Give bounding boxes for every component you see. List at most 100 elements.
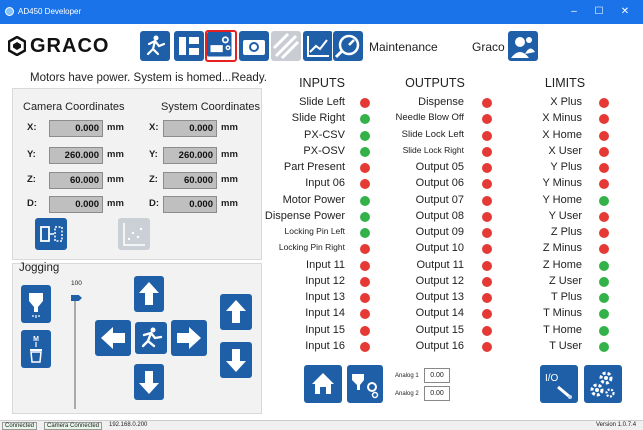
unit-label: mm [221, 122, 238, 133]
output-indicator[interactable] [482, 146, 492, 157]
camera-y-value: 260.000 [49, 147, 103, 164]
io-button[interactable] [540, 365, 578, 403]
jog-y-minus-button[interactable] [134, 364, 164, 400]
output-indicator[interactable] [482, 260, 492, 271]
input-indicator [360, 341, 370, 352]
output-indicator[interactable] [482, 341, 492, 352]
section-label: Maintenance [369, 40, 438, 54]
close-button[interactable]: ✕ [616, 3, 634, 21]
output-indicator[interactable] [482, 211, 492, 222]
output-indicator[interactable] [482, 179, 492, 190]
dispense-valve-icon [21, 285, 51, 323]
input-label: Locking Pin Left [284, 226, 345, 236]
input-label: Motor Power [282, 193, 345, 206]
input-indicator [360, 195, 370, 206]
limit-indicator [599, 293, 609, 303]
output-indicator[interactable] [482, 163, 492, 173]
input-indicator [360, 260, 370, 271]
output-indicator[interactable] [482, 325, 492, 336]
jog-z-up-button[interactable] [220, 294, 252, 330]
jog-x-plus-button[interactable] [171, 320, 207, 356]
input-indicator [360, 293, 370, 303]
jog-button[interactable] [139, 30, 171, 62]
io-wrench-icon [540, 365, 578, 403]
output-label: Output 05 [415, 161, 464, 173]
jog-purge-button[interactable]: M [21, 330, 51, 368]
user-button[interactable] [507, 30, 539, 62]
purge-bin-icon: M [21, 330, 51, 368]
jog-runner-icon [135, 322, 167, 354]
output-indicator[interactable] [482, 244, 492, 255]
input-label: PX-OSV [303, 144, 345, 157]
input-indicator [360, 146, 370, 157]
camera-button[interactable] [238, 30, 270, 62]
version-label: Version 1.0.7.4 [596, 422, 637, 428]
limit-label: Y Plus [550, 161, 582, 173]
title-bar: AD450 Developer – ☐ ✕ [0, 0, 643, 24]
output-label: Dispense [418, 96, 464, 108]
output-indicator[interactable] [482, 114, 492, 125]
camera-connected-status: Camera Connected [44, 422, 103, 430]
limit-indicator [599, 163, 609, 173]
jog-mode-button[interactable] [135, 322, 167, 354]
jog-dispense-button[interactable] [21, 285, 51, 323]
minimize-button[interactable]: – [565, 3, 583, 21]
ip-address: 192.168.0.200 [109, 422, 148, 428]
output-label: Slide Lock Left [401, 128, 464, 140]
input-indicator [360, 309, 370, 320]
unit-label: mm [221, 174, 238, 185]
unit-label: mm [107, 198, 124, 209]
coordinates-panel: Camera Coordinates System Coordinates X:… [12, 88, 262, 260]
gauge-button[interactable] [332, 30, 364, 62]
output-indicator[interactable] [482, 98, 492, 108]
window-title: AD450 Developer [18, 7, 82, 16]
input-label: PX-CSV [304, 128, 345, 141]
unit-label: mm [107, 122, 124, 133]
limit-label: Y User [548, 209, 582, 222]
camera-axis-label: X: [27, 122, 37, 133]
camera-view-button[interactable] [35, 218, 67, 250]
output-indicator[interactable] [482, 130, 492, 141]
jog-y-plus-button[interactable] [134, 276, 164, 312]
limit-indicator [599, 228, 609, 238]
jog-z-down-button[interactable] [220, 342, 252, 378]
settings-button[interactable] [584, 365, 622, 403]
camera-icon [239, 31, 269, 61]
camera-z-value: 60.000 [49, 172, 103, 189]
jog-speed-slider-track[interactable] [74, 297, 76, 409]
home-button[interactable] [304, 365, 342, 403]
grid-points-button[interactable] [118, 218, 150, 250]
limit-label: Y Minus [542, 177, 582, 190]
input-indicator [360, 179, 370, 190]
limit-indicator [599, 114, 609, 125]
input-label: Input 14 [305, 307, 345, 320]
analog-1-label: Analog 1 [395, 373, 419, 379]
maintenance-button[interactable] [205, 30, 237, 62]
camera-d-value: 0.000 [49, 196, 103, 213]
home-icon [304, 365, 342, 403]
output-label: Output 08 [415, 209, 464, 222]
output-indicator[interactable] [482, 228, 492, 238]
output-indicator[interactable] [482, 293, 492, 303]
output-indicator[interactable] [482, 309, 492, 320]
unit-label: mm [107, 149, 124, 160]
unit-label: mm [107, 174, 124, 185]
brand-name: GRACO [30, 35, 110, 57]
chart-button[interactable] [302, 30, 334, 62]
input-indicator [360, 114, 370, 125]
output-indicator[interactable] [482, 195, 492, 206]
input-indicator [360, 211, 370, 222]
jog-speed-slider-thumb[interactable] [71, 295, 82, 301]
jog-x-minus-button[interactable] [95, 320, 131, 356]
dispense-settings-button[interactable] [347, 365, 383, 403]
limit-indicator [599, 98, 609, 108]
output-indicator[interactable] [482, 276, 492, 287]
output-label: Output 11 [416, 258, 465, 271]
io-setup-button[interactable] [173, 30, 205, 62]
jog-speed-value: 100 [71, 280, 82, 287]
arrow-down-icon [134, 364, 164, 400]
limit-label: T Minus [543, 307, 582, 320]
limit-indicator [599, 179, 609, 190]
maximize-button[interactable]: ☐ [590, 3, 608, 21]
calibration-button[interactable] [270, 30, 302, 62]
